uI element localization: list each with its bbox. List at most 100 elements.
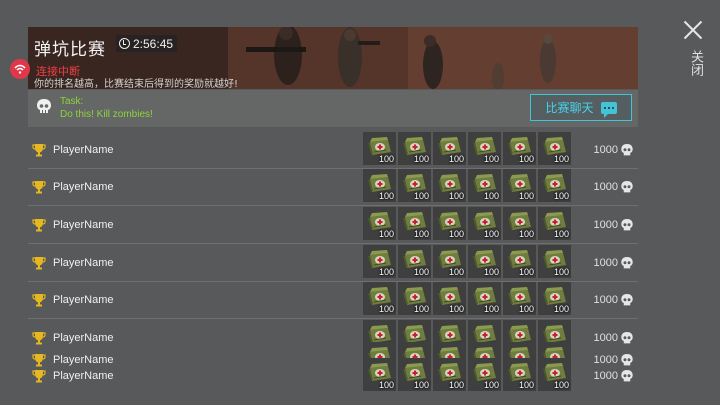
skull-icon xyxy=(621,181,633,199)
reward-item[interactable]: 100 xyxy=(503,245,536,278)
reward-item[interactable]: 100 xyxy=(538,282,571,315)
reward-quantity: 100 xyxy=(413,191,429,201)
reward-quantity: 100 xyxy=(483,304,499,314)
reward-quantity: 100 xyxy=(448,154,464,164)
reward-list: 100 100 100 100 100 100 xyxy=(363,207,571,240)
leaderboard-row[interactable]: PlayerName 100 100 100 100 100 100 1000 xyxy=(28,357,638,393)
reward-quantity: 100 xyxy=(483,380,499,390)
trophy-icon xyxy=(32,143,46,162)
reward-quantity: 100 xyxy=(518,154,534,164)
trophy-icon xyxy=(32,369,46,388)
trophy-icon xyxy=(32,218,46,237)
reward-quantity: 100 xyxy=(518,304,534,314)
leaderboard-row[interactable]: PlayerName 100 100 100 100 100 100 1000 xyxy=(28,244,638,282)
reward-quantity: 100 xyxy=(413,267,429,277)
skull-icon xyxy=(621,257,633,275)
reward-quantity: 100 xyxy=(448,304,464,314)
reward-item[interactable]: 100 xyxy=(398,282,431,315)
player-name: PlayerName xyxy=(53,181,114,193)
event-chat-button[interactable]: 比赛聊天 xyxy=(530,94,632,121)
reward-quantity: 100 xyxy=(518,380,534,390)
reward-item[interactable]: 100 xyxy=(363,282,396,315)
reward-list: 100 100 100 100 100 100 xyxy=(363,358,571,391)
leaderboard-row[interactable]: PlayerName 100 100 100 100 100 100 1000 xyxy=(28,281,638,319)
trophy-icon xyxy=(32,293,46,312)
reward-quantity: 100 xyxy=(448,380,464,390)
skull-icon xyxy=(621,219,633,237)
reward-item[interactable]: 100 xyxy=(363,245,396,278)
reward-item[interactable]: 100 xyxy=(503,132,536,165)
reward-item[interactable]: 100 xyxy=(468,132,501,165)
reward-item[interactable]: 100 xyxy=(398,169,431,202)
leaderboard-row[interactable]: PlayerName 100 100 100 100 100 100 1000 xyxy=(28,131,638,169)
reward-quantity: 100 xyxy=(413,229,429,239)
wifi-alert-icon xyxy=(10,59,30,79)
reward-list: 100 100 100 100 100 100 xyxy=(363,169,571,202)
reward-item[interactable]: 100 xyxy=(468,207,501,240)
reward-item[interactable]: 100 xyxy=(503,207,536,240)
reward-item[interactable]: 100 xyxy=(363,358,396,391)
reward-quantity: 100 xyxy=(378,154,394,164)
reward-quantity: 100 xyxy=(378,191,394,201)
reward-item[interactable]: 100 xyxy=(433,282,466,315)
reward-item[interactable]: 100 xyxy=(503,358,536,391)
reward-quantity: 100 xyxy=(448,267,464,277)
reward-item[interactable]: 100 xyxy=(468,169,501,202)
skull-icon xyxy=(621,294,633,312)
chat-icon xyxy=(600,101,617,118)
player-name: PlayerName xyxy=(53,370,114,382)
reward-item[interactable]: 100 xyxy=(363,132,396,165)
player-score: 1000 xyxy=(593,257,618,269)
reward-item[interactable]: 100 xyxy=(398,245,431,278)
reward-item[interactable]: 100 xyxy=(398,132,431,165)
event-chat-label: 比赛聊天 xyxy=(545,101,594,115)
reward-item[interactable]: 100 xyxy=(538,132,571,165)
reward-item[interactable]: 100 xyxy=(433,207,466,240)
reward-quantity: 100 xyxy=(553,154,569,164)
player-name: PlayerName xyxy=(53,144,114,156)
task-label: Task: xyxy=(60,96,84,107)
reward-quantity: 100 xyxy=(448,191,464,201)
close-icon[interactable] xyxy=(683,20,703,40)
reward-item[interactable]: 100 xyxy=(363,169,396,202)
reward-item[interactable]: 100 xyxy=(538,358,571,391)
reward-quantity: 100 xyxy=(553,267,569,277)
reward-quantity: 100 xyxy=(378,304,394,314)
player-name: PlayerName xyxy=(53,219,114,231)
leaderboard-row[interactable]: PlayerName 100 100 100 100 100 100 1000 xyxy=(28,206,638,244)
reward-item[interactable]: 100 xyxy=(433,169,466,202)
reward-item[interactable]: 100 xyxy=(538,245,571,278)
leaderboard-row[interactable]: PlayerName 100 100 100 100 100 100 1000 xyxy=(28,168,638,206)
reward-item[interactable]: 100 xyxy=(538,207,571,240)
reward-quantity: 100 xyxy=(483,191,499,201)
reward-item[interactable]: 100 xyxy=(363,207,396,240)
event-timer: 2:56:45 xyxy=(116,35,178,52)
reward-item[interactable]: 100 xyxy=(398,207,431,240)
reward-quantity: 100 xyxy=(413,380,429,390)
reward-item[interactable]: 100 xyxy=(503,169,536,202)
reward-item[interactable]: 100 xyxy=(503,282,536,315)
reward-list: 100 100 100 100 100 100 xyxy=(363,282,571,315)
task-description: Do this! Kill zombies! xyxy=(60,109,153,120)
reward-item[interactable]: 100 xyxy=(468,358,501,391)
skull-icon xyxy=(621,370,633,388)
reward-item[interactable]: 100 xyxy=(468,245,501,278)
reward-item[interactable]: 100 xyxy=(468,282,501,315)
skull-icon xyxy=(621,144,633,162)
event-title: 弹坑比赛 xyxy=(34,40,106,60)
trophy-icon xyxy=(32,256,46,275)
player-score: 1000 xyxy=(593,219,618,231)
reward-quantity: 100 xyxy=(518,191,534,201)
close-label[interactable]: 关闭 xyxy=(686,50,705,76)
reward-quantity: 100 xyxy=(483,154,499,164)
player-score: 1000 xyxy=(593,370,618,382)
reward-item[interactable]: 100 xyxy=(538,169,571,202)
reward-item[interactable]: 100 xyxy=(433,132,466,165)
player-score: 1000 xyxy=(593,294,618,306)
reward-item[interactable]: 100 xyxy=(433,245,466,278)
reward-item[interactable]: 100 xyxy=(433,358,466,391)
reward-quantity: 100 xyxy=(483,267,499,277)
reward-item[interactable]: 100 xyxy=(398,358,431,391)
player-score: 1000 xyxy=(593,144,618,156)
timer-value: 2:56:45 xyxy=(133,36,174,51)
